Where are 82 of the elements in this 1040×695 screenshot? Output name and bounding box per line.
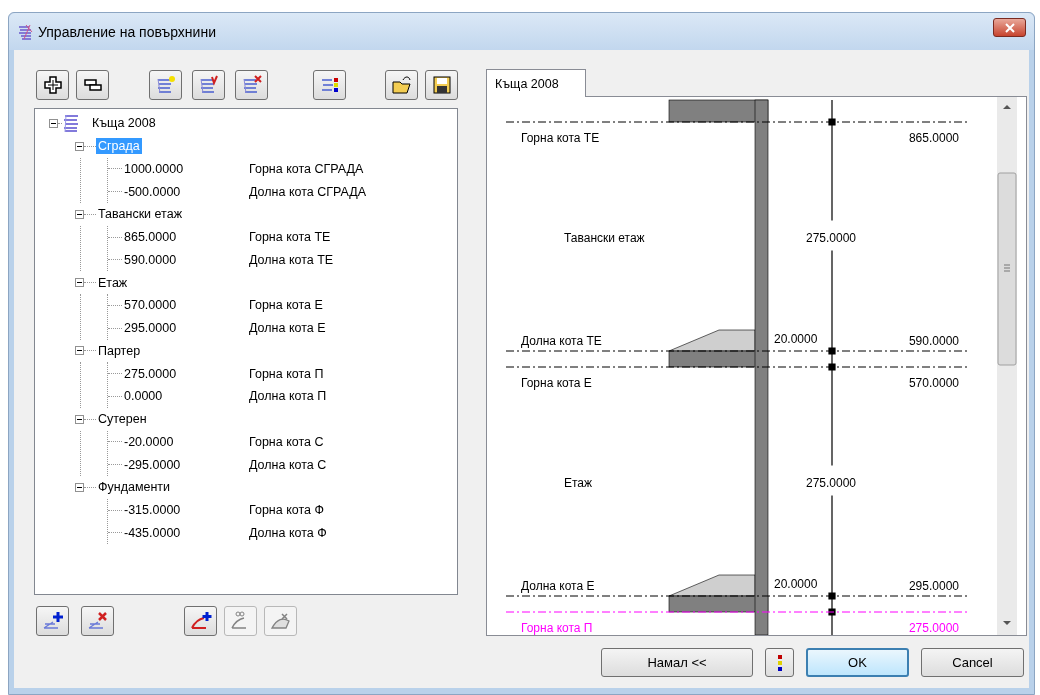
tree-item[interactable]: Тавански етаж — [96, 206, 184, 223]
tree-item[interactable]: 0.0000 — [122, 389, 249, 404]
collapse-icon[interactable] — [75, 346, 84, 356]
item-description: Горна кота СГРАДА — [249, 161, 364, 176]
level-label: Горна кота Е — [521, 376, 592, 390]
floor-height: 275.0000 — [805, 475, 857, 490]
scrollbar[interactable] — [997, 97, 1017, 635]
floor-name: Етаж — [564, 475, 593, 490]
tree-view[interactable] — [34, 108, 458, 595]
tree-item[interactable]: 865.0000 — [122, 230, 249, 245]
toolbar-button[interactable] — [36, 70, 69, 100]
toolbar-button[interactable] — [36, 606, 69, 636]
level-value: 590.0000 — [908, 334, 959, 348]
toolbar-button[interactable] — [76, 70, 109, 100]
slab-thickness: 20.0000 — [774, 577, 818, 591]
item-description: Горна кота П — [249, 366, 324, 381]
dialog-button[interactable]: Cancel — [921, 648, 1024, 677]
list-star-icon — [154, 74, 177, 96]
tree-item[interactable]: Етаж — [96, 274, 130, 291]
dialog-button[interactable]: Намал << — [601, 648, 753, 677]
layers-icon — [18, 23, 34, 40]
list-delete-icon — [240, 74, 263, 96]
line-delete-icon — [86, 610, 109, 632]
dialog-button[interactable]: OK — [806, 648, 909, 677]
plus-icon — [41, 74, 64, 96]
tree-item[interactable]: -20.0000 — [122, 434, 249, 449]
save-icon — [430, 74, 453, 96]
tree-item[interactable]: -435.0000 — [122, 525, 249, 540]
level-value: 275.0000 — [908, 621, 959, 635]
tree-item[interactable]: Сутерен — [96, 411, 149, 428]
item-description: Горна кота Ф — [249, 503, 324, 518]
floor-height: 275.0000 — [805, 230, 857, 245]
level-label: Горна кота ТЕ — [521, 131, 600, 145]
floor-name: Тавански етаж — [564, 230, 645, 245]
close-button[interactable] — [993, 18, 1026, 37]
curve-delete-icon — [269, 610, 292, 632]
list-check-icon — [197, 74, 220, 96]
tree-item[interactable]: 1000.0000 — [122, 161, 249, 176]
item-description: Долна кота СГРАДА — [249, 184, 367, 199]
folder-icon — [390, 74, 413, 96]
tree-item[interactable]: Партер — [96, 342, 143, 359]
level-value: 865.0000 — [908, 131, 959, 145]
slab-thickness: 20.0000 — [774, 332, 818, 346]
item-description: Долна кота С — [249, 457, 327, 472]
collapse-icon[interactable] — [75, 209, 84, 219]
tree-item[interactable]: 275.0000 — [122, 366, 249, 381]
tree-item[interactable]: -295.0000 — [122, 457, 249, 472]
tree-item[interactable]: Къща 2008 — [90, 115, 158, 132]
collapse-icon[interactable] — [75, 482, 84, 492]
collapse-icon[interactable] — [75, 278, 84, 288]
tree-item[interactable]: 570.0000 — [122, 298, 249, 313]
level-value: 570.0000 — [908, 376, 959, 390]
toolbar-button[interactable] — [425, 70, 458, 100]
toolbar-button[interactable] — [184, 606, 217, 636]
tree-item[interactable]: Фундаменти — [96, 479, 173, 496]
item-description: Горна кота ТЕ — [249, 230, 331, 245]
tree-item[interactable]: 295.0000 — [122, 321, 249, 336]
window-title: Управление на повърхнини — [38, 23, 217, 40]
tree-item[interactable]: -315.0000 — [122, 503, 249, 518]
item-description: Долна кота Е — [249, 321, 326, 336]
collapse-icon[interactable] — [49, 118, 58, 128]
collapse-icon[interactable] — [75, 414, 84, 424]
color-dots-icon — [776, 653, 783, 672]
collapse-icon[interactable] — [75, 141, 84, 151]
tab[interactable]: Къща 2008 — [486, 69, 586, 97]
item-description: Долна кота П — [249, 389, 327, 404]
item-description: Долна кота ТЕ — [249, 252, 334, 267]
level-label: Долна кота ТЕ — [521, 334, 602, 348]
level-label: Горна кота П — [521, 621, 593, 635]
tree-item[interactable]: 590.0000 — [122, 252, 249, 267]
level-value: 295.0000 — [908, 579, 959, 593]
color-button[interactable] — [765, 648, 794, 677]
line-add-icon — [41, 610, 64, 632]
level-label: Долна кота Е — [521, 579, 595, 593]
close-icon — [1003, 22, 1016, 33]
item-description: Долна кота Ф — [249, 525, 327, 540]
layers-icon — [62, 113, 80, 134]
tree-item[interactable]: -500.0000 — [122, 184, 249, 199]
toolbar-button[interactable] — [313, 70, 346, 100]
item-description: Горна кота Е — [249, 298, 323, 313]
item-description: Горна кота С — [249, 434, 324, 449]
curve-add-icon — [189, 610, 212, 632]
